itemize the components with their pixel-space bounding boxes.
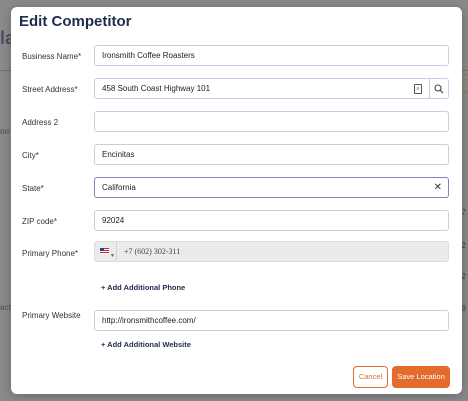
address2-label: Address 2: [22, 118, 59, 127]
edit-competitor-modal: Edit Competitor Business Name* Ironsmith…: [11, 7, 462, 394]
zip-value: 92024: [102, 216, 125, 225]
clear-icon[interactable]: ✕: [434, 178, 442, 197]
address2-input[interactable]: [94, 111, 449, 132]
background-number: 2: [461, 241, 466, 250]
modal-title: Edit Competitor: [19, 13, 132, 30]
city-input[interactable]: Encinitas: [94, 144, 449, 165]
primary-website-label: Primary Website: [22, 311, 81, 320]
city-label: City*: [22, 151, 39, 160]
background-text: orr: [0, 127, 10, 136]
us-flag-icon: [100, 248, 109, 254]
zip-label: ZIP code*: [22, 217, 57, 226]
background-number: 2: [461, 272, 466, 281]
cancel-button[interactable]: Cancel: [353, 366, 388, 388]
input-divider: [429, 79, 430, 98]
business-name-input[interactable]: Ironsmith Coffee Roasters: [94, 45, 449, 66]
primary-phone-label: Primary Phone*: [22, 249, 79, 258]
background-text: act: [0, 303, 11, 312]
state-label: State*: [22, 184, 44, 193]
street-address-value: 458 South Coast Highway 101: [102, 84, 211, 93]
state-value: California: [102, 183, 136, 192]
street-address-label: Street Address*: [22, 85, 78, 94]
primary-phone-input[interactable]: ▼ +7 (602) 302-311: [94, 241, 449, 262]
background-number: 7: [461, 208, 466, 217]
zip-input[interactable]: 92024: [94, 210, 449, 231]
primary-website-value: http://ironsmithcoffee.com/: [102, 316, 196, 325]
country-code-selector[interactable]: ▼: [95, 242, 117, 261]
primary-website-input[interactable]: http://ironsmithcoffee.com/: [94, 310, 449, 331]
street-address-input[interactable]: 458 South Coast Highway 101 ≡: [94, 78, 449, 99]
state-select[interactable]: California ✕: [94, 177, 449, 198]
business-name-value: Ironsmith Coffee Roasters: [102, 51, 195, 60]
city-value: Encinitas: [102, 150, 135, 159]
business-name-label: Business Name*: [22, 52, 82, 61]
add-additional-website-link[interactable]: + Add Additional Website: [101, 340, 191, 349]
background-number: 9: [461, 304, 466, 313]
search-icon[interactable]: [434, 84, 444, 94]
add-additional-phone-link[interactable]: + Add Additional Phone: [101, 283, 185, 292]
primary-phone-value: +7 (602) 302-311: [124, 247, 181, 256]
chevron-down-icon: ▼: [110, 253, 115, 259]
save-location-button[interactable]: Save Location: [392, 366, 450, 388]
address-card-icon[interactable]: ≡: [414, 84, 422, 94]
